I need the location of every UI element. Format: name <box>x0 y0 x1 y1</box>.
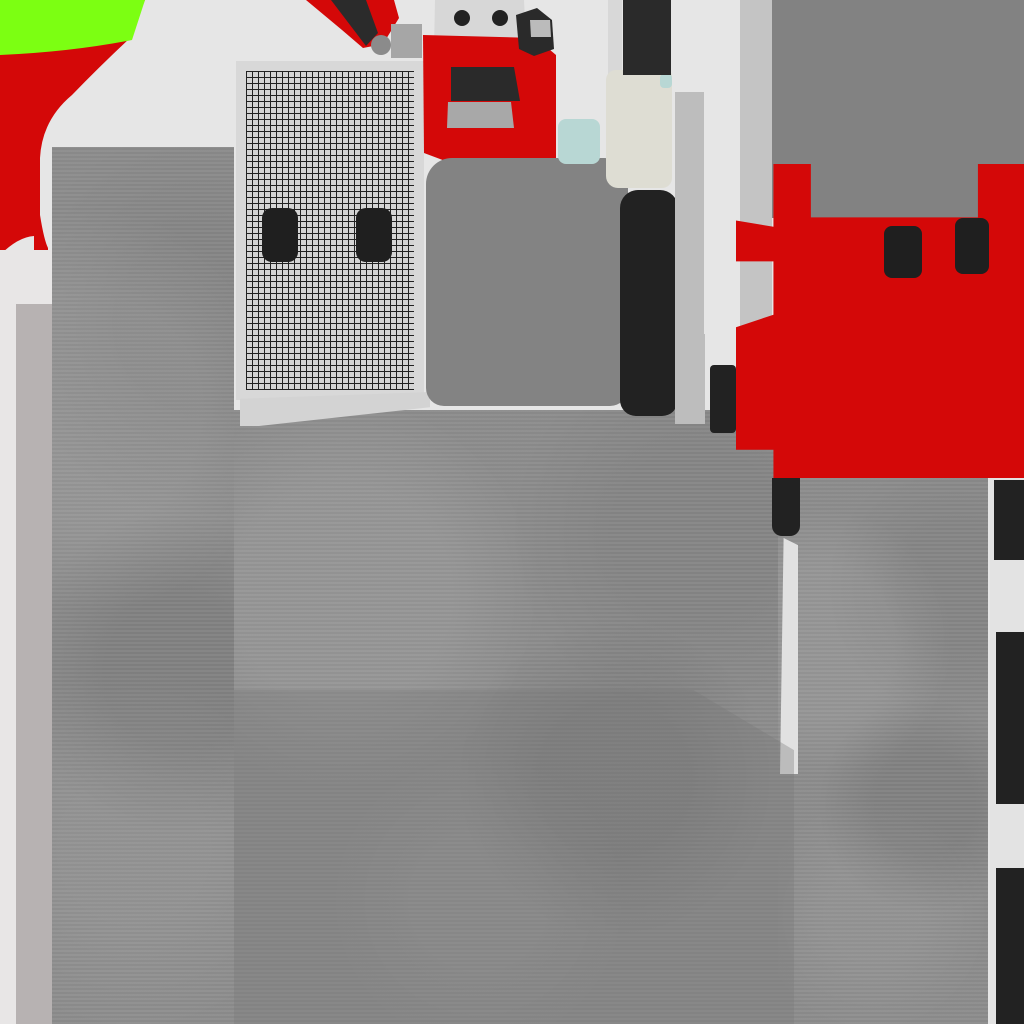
pipe-dark-segment-lower <box>620 190 678 416</box>
concrete-floor-main <box>52 147 234 1024</box>
floor-shadow-inset <box>234 690 794 1024</box>
pipe-icon <box>608 0 622 74</box>
grille-slot-right <box>356 208 392 262</box>
red-panel-slot-right <box>955 218 989 274</box>
concrete-floor-right <box>778 478 988 1024</box>
grille-slot-left <box>262 208 298 262</box>
pipe-bolt <box>660 74 672 88</box>
pipe-side-gray <box>675 92 705 424</box>
right-post-dark-bottom <box>996 868 1024 1024</box>
right-post-left <box>710 365 736 433</box>
door-panel <box>426 158 628 406</box>
left-wall-shadow <box>16 304 52 1024</box>
right-wall-shadow <box>740 0 772 334</box>
red-panel-slot-left <box>884 226 922 278</box>
right-post-main <box>772 478 800 536</box>
right-post-dark-middle <box>996 632 1024 804</box>
right-post-dark-top <box>994 480 1024 560</box>
pipe-dark-segment-upper <box>623 0 671 75</box>
pipe-cap <box>558 119 600 164</box>
game-texture-atlas <box>0 0 1024 1024</box>
